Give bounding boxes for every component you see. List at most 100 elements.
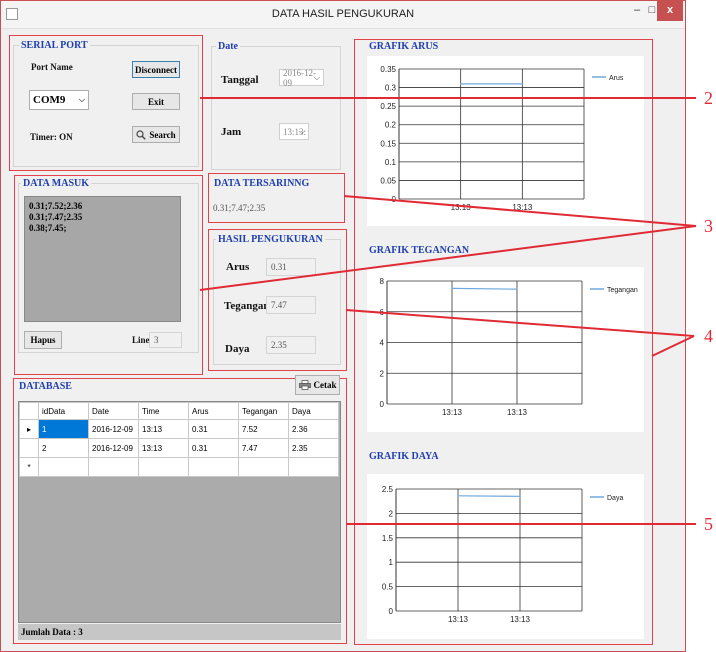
y-tick-label: 0.1: [385, 158, 397, 167]
tersaring-title: DATA TERSARINNG: [214, 178, 310, 189]
line-count-value: 3: [154, 335, 159, 345]
y-tick-label: 0: [380, 400, 385, 409]
data-point: [457, 495, 459, 497]
close-button[interactable]: x: [657, 1, 683, 21]
table-cell[interactable]: 2016-12-09: [88, 419, 139, 439]
data-line: 0.31;7.47;2.35: [29, 212, 83, 222]
window-title: DATA HASIL PENGUKURAN: [271, 8, 415, 20]
table-cell[interactable]: 2016-12-09: [88, 438, 139, 458]
column-header[interactable]: Date: [88, 402, 139, 420]
table-cell[interactable]: 2.36: [288, 419, 339, 439]
y-tick-label: 2: [389, 509, 394, 518]
chevron-down-icon: ⌵: [78, 95, 85, 104]
x-tick-label: 13:13: [512, 203, 533, 212]
y-tick-label: 8: [380, 277, 385, 286]
table-cell[interactable]: 2.35: [288, 438, 339, 458]
new-row-marker: *: [19, 457, 39, 477]
arus-label: Arus: [226, 261, 250, 273]
y-tick-label: 0.35: [380, 65, 396, 74]
chevron-down-icon: ⌵: [298, 126, 305, 136]
port-select[interactable]: COM9 ⌵: [29, 90, 89, 110]
arus-field[interactable]: 0.31: [266, 258, 316, 276]
exit-button[interactable]: Exit: [132, 93, 180, 110]
chevron-down-icon: ⌵: [313, 72, 320, 82]
row-header-corner: [19, 402, 39, 420]
arus-chart-area: 0 0.05 0.1 0.15 0.2 0.25 0.3 0.35 13:13 13:13 Arus: [367, 56, 644, 226]
column-header[interactable]: Arus: [188, 402, 239, 420]
y-tick-label: 0.25: [380, 102, 396, 111]
hasil-title: HASIL PENGUKURAN: [216, 234, 325, 245]
daya-field[interactable]: 2.35: [266, 336, 316, 354]
y-tick-label: 1.5: [382, 534, 394, 543]
annotation-label: 3: [704, 216, 713, 236]
row-header: [19, 438, 39, 458]
table-row[interactable]: 2 2016-12-09 13:13 0.31 7.47 2.35: [19, 438, 339, 458]
main-window: DATA HASIL PENGUKURAN – □ x SERIAL PORT …: [0, 0, 686, 652]
table-cell[interactable]: 1: [38, 419, 89, 439]
current-row-marker: ▸: [19, 419, 39, 439]
table-cell[interactable]: 13:13: [138, 419, 189, 439]
chart-title-arus: GRAFIK ARUS: [369, 41, 439, 52]
column-header[interactable]: Tegangan: [238, 402, 289, 420]
tegangan-chart: 0 2 4 6 8 13:13 13:13 Tegangan: [380, 277, 638, 417]
jam-picker[interactable]: 13:13: ⌵: [279, 123, 309, 140]
tanggal-label: Tanggal: [221, 74, 259, 86]
tanggal-picker[interactable]: 2016-12-09 ⌵: [279, 68, 324, 88]
arus-chart: 0 0.05 0.1 0.15 0.2 0.25 0.3 0.35 13:13 13:13 Arus: [380, 65, 623, 212]
tegangan-field[interactable]: 7.47: [266, 296, 316, 314]
search-button[interactable]: Search: [132, 126, 180, 143]
line-count-field[interactable]: 3: [149, 332, 182, 348]
column-header[interactable]: Time: [138, 402, 189, 420]
annotation-label: 2: [704, 88, 713, 108]
y-tick-label: 0.05: [380, 176, 396, 185]
table-new-row[interactable]: *: [19, 457, 339, 477]
y-tick-label: 0.2: [385, 121, 397, 130]
x-tick-label: 13:13: [451, 203, 472, 212]
table-cell[interactable]: [188, 457, 239, 477]
table-cell[interactable]: [88, 457, 139, 477]
date-title: Date: [216, 41, 240, 52]
serial-port-title: SERIAL PORT: [19, 40, 90, 51]
table-row[interactable]: ▸ 1 2016-12-09 13:13 0.31 7.52 2.36: [19, 419, 339, 439]
column-header[interactable]: Daya: [288, 402, 339, 420]
cetak-button[interactable]: Cetak: [295, 375, 340, 395]
chart-title-tegangan: GRAFIK TEGANGAN: [369, 245, 470, 256]
y-tick-label: 0.3: [385, 84, 397, 93]
y-tick-label: 2: [380, 369, 385, 378]
table-cell[interactable]: 0.31: [188, 419, 239, 439]
hapus-button[interactable]: Hapus: [24, 331, 62, 349]
y-tick-label: 4: [380, 339, 385, 348]
tegangan-chart-area: 0 2 4 6 8 13:13 13:13 Tegangan: [367, 267, 644, 432]
legend-label: Tegangan: [607, 287, 638, 294]
title-bar[interactable]: DATA HASIL PENGUKURAN – □ x: [1, 1, 685, 29]
table-cell[interactable]: 7.52: [238, 419, 289, 439]
minimize-button[interactable]: –: [630, 1, 644, 21]
search-icon: [136, 129, 147, 140]
tersaring-value: 0.31;7.47;2.35: [213, 203, 266, 213]
database-grid[interactable]: idData Date Time Arus Tegangan Daya ▸ 1 …: [18, 401, 341, 623]
table-cell[interactable]: [288, 457, 339, 477]
table-cell[interactable]: 2: [38, 438, 89, 458]
column-header[interactable]: idData: [38, 402, 89, 420]
data-point: [521, 83, 524, 85]
tegangan-value: 7.47: [271, 300, 287, 310]
table-cell[interactable]: 7.47: [238, 438, 289, 458]
data-masuk-title: DATA MASUK: [21, 178, 92, 189]
y-tick-label: 0: [392, 195, 397, 204]
y-tick-label: 0.15: [380, 139, 396, 148]
table-cell[interactable]: 13:13: [138, 438, 189, 458]
line-label: Line: [132, 335, 150, 345]
table-cell[interactable]: [238, 457, 289, 477]
data-point: [451, 287, 453, 290]
data-masuk-textarea[interactable]: 0.31;7.52;2.36 0.31;7.47;2.35 0.38;7.45;: [24, 196, 181, 322]
annotation-label: 4: [704, 326, 713, 346]
disconnect-button[interactable]: Disconnect: [132, 61, 180, 78]
y-tick-label: 0: [389, 607, 394, 616]
data-line: 0.31;7.52;2.36: [29, 201, 83, 211]
print-icon: [298, 380, 311, 390]
y-tick-label: 2.5: [382, 485, 394, 494]
table-cell[interactable]: [138, 457, 189, 477]
table-cell[interactable]: 0.31: [188, 438, 239, 458]
table-cell[interactable]: [38, 457, 89, 477]
search-button-label: Search: [149, 129, 176, 140]
